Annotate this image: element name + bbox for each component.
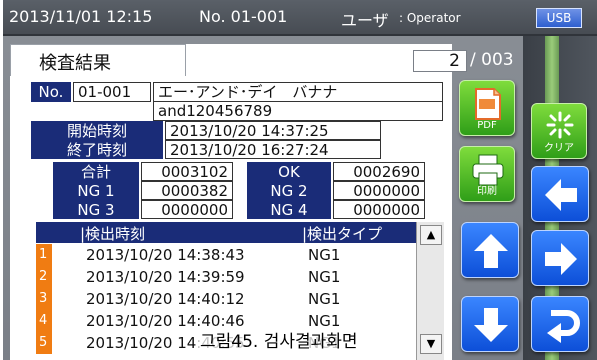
usb-indicator: USB <box>536 8 582 28</box>
list-header: |検出時刻 |検出タイプ <box>36 222 416 243</box>
arrow-right-icon <box>545 243 577 275</box>
end-time-value: 2013/10/20 16:27:24 <box>165 140 381 159</box>
pdf-icon <box>475 88 501 120</box>
scroll-up-icon[interactable]: ▲ <box>420 225 442 245</box>
print-label: 印刷 <box>477 186 497 197</box>
pdf-label: PDF <box>477 120 497 131</box>
header-user-label: ユーザ <box>341 11 389 30</box>
row-time: 2013/10/20 14:39:59 <box>86 268 245 286</box>
row-number: 1 <box>36 244 52 266</box>
clear-button[interactable]: クリア <box>531 103 587 159</box>
ok-value: 0002690 <box>333 162 425 181</box>
list-item[interactable]: 1 2013/10/20 14:38:43 NG1 <box>36 244 416 266</box>
print-button[interactable]: 印刷 <box>459 146 515 202</box>
total-value: 0003102 <box>141 162 233 181</box>
ng2-value: 0000000 <box>333 181 425 200</box>
ng2-label: NG 2 <box>247 181 331 200</box>
row-type: NG1 <box>308 246 341 264</box>
header-machine-no: No. 01-001 <box>199 7 288 26</box>
end-time-label: 終了時刻 <box>31 140 163 159</box>
tab-label: 検査結果 <box>39 53 111 74</box>
arrow-left-icon <box>545 179 577 211</box>
tab-inspection-result[interactable]: 検査結果 <box>10 44 186 76</box>
header-datetime: 2013/11/01 12:15 <box>9 7 153 26</box>
column-detect-time: |検出時刻 <box>80 225 146 243</box>
pdf-button[interactable]: PDF <box>459 80 515 136</box>
ng4-value: 0000000 <box>333 200 425 219</box>
up-button[interactable] <box>461 222 519 278</box>
row-time: 2013/10/20 14:40:12 <box>86 290 245 308</box>
row-type: NG1 <box>308 268 341 286</box>
scroll-down-icon[interactable]: ▼ <box>420 334 442 354</box>
start-time-label: 開始時刻 <box>31 121 163 140</box>
header-user-value: : Operator <box>399 11 461 25</box>
row-number: 3 <box>36 288 52 310</box>
clear-label: クリア <box>544 143 574 154</box>
column-detect-type: |検出タイプ <box>302 225 383 243</box>
list-scrollbar[interactable]: ▲ ▼ <box>416 222 444 360</box>
inspection-result-screen: 2013/11/01 12:15 No. 01-001 ユーザ : Operat… <box>3 0 597 360</box>
start-time-value: 2013/10/20 14:37:25 <box>165 121 381 140</box>
row-number: 5 <box>36 332 52 354</box>
arrow-up-icon <box>474 234 508 268</box>
arrow-down-icon <box>474 308 508 342</box>
right-button[interactable] <box>531 230 589 286</box>
product-name: エー･アンド･デイ バナナ <box>153 82 443 102</box>
down-button[interactable] <box>461 296 519 352</box>
total-label: 合計 <box>53 162 139 181</box>
left-button[interactable] <box>531 166 589 222</box>
row-number: 2 <box>36 266 52 288</box>
row-time: 2013/10/20 14:38:43 <box>86 246 245 264</box>
figure-caption: 그림45. 검사결과화면 <box>198 327 360 352</box>
return-icon <box>547 310 580 343</box>
header-bar: 2013/11/01 12:15 No. 01-001 ユーザ : Operat… <box>3 0 597 36</box>
no-value: 01-001 <box>73 82 151 102</box>
row-number: 4 <box>36 310 52 332</box>
ng4-label: NG 4 <box>247 200 331 219</box>
row-type: NG1 <box>308 290 341 308</box>
return-button[interactable] <box>531 296 589 352</box>
ng3-value: 0000000 <box>141 200 233 219</box>
page-total: / 003 <box>470 50 514 70</box>
product-code: and120456789 <box>153 101 443 121</box>
ng1-value: 0000382 <box>141 181 233 200</box>
ng1-label: NG 1 <box>53 181 139 200</box>
list-item[interactable]: 3 2013/10/20 14:40:12 NG1 <box>36 288 416 310</box>
ok-label: OK <box>247 162 331 181</box>
no-label: No. <box>31 82 71 102</box>
page-current[interactable]: 2 <box>413 50 467 72</box>
list-item[interactable]: 2 2013/10/20 14:39:59 NG1 <box>36 266 416 288</box>
ng3-label: NG 3 <box>53 200 139 219</box>
